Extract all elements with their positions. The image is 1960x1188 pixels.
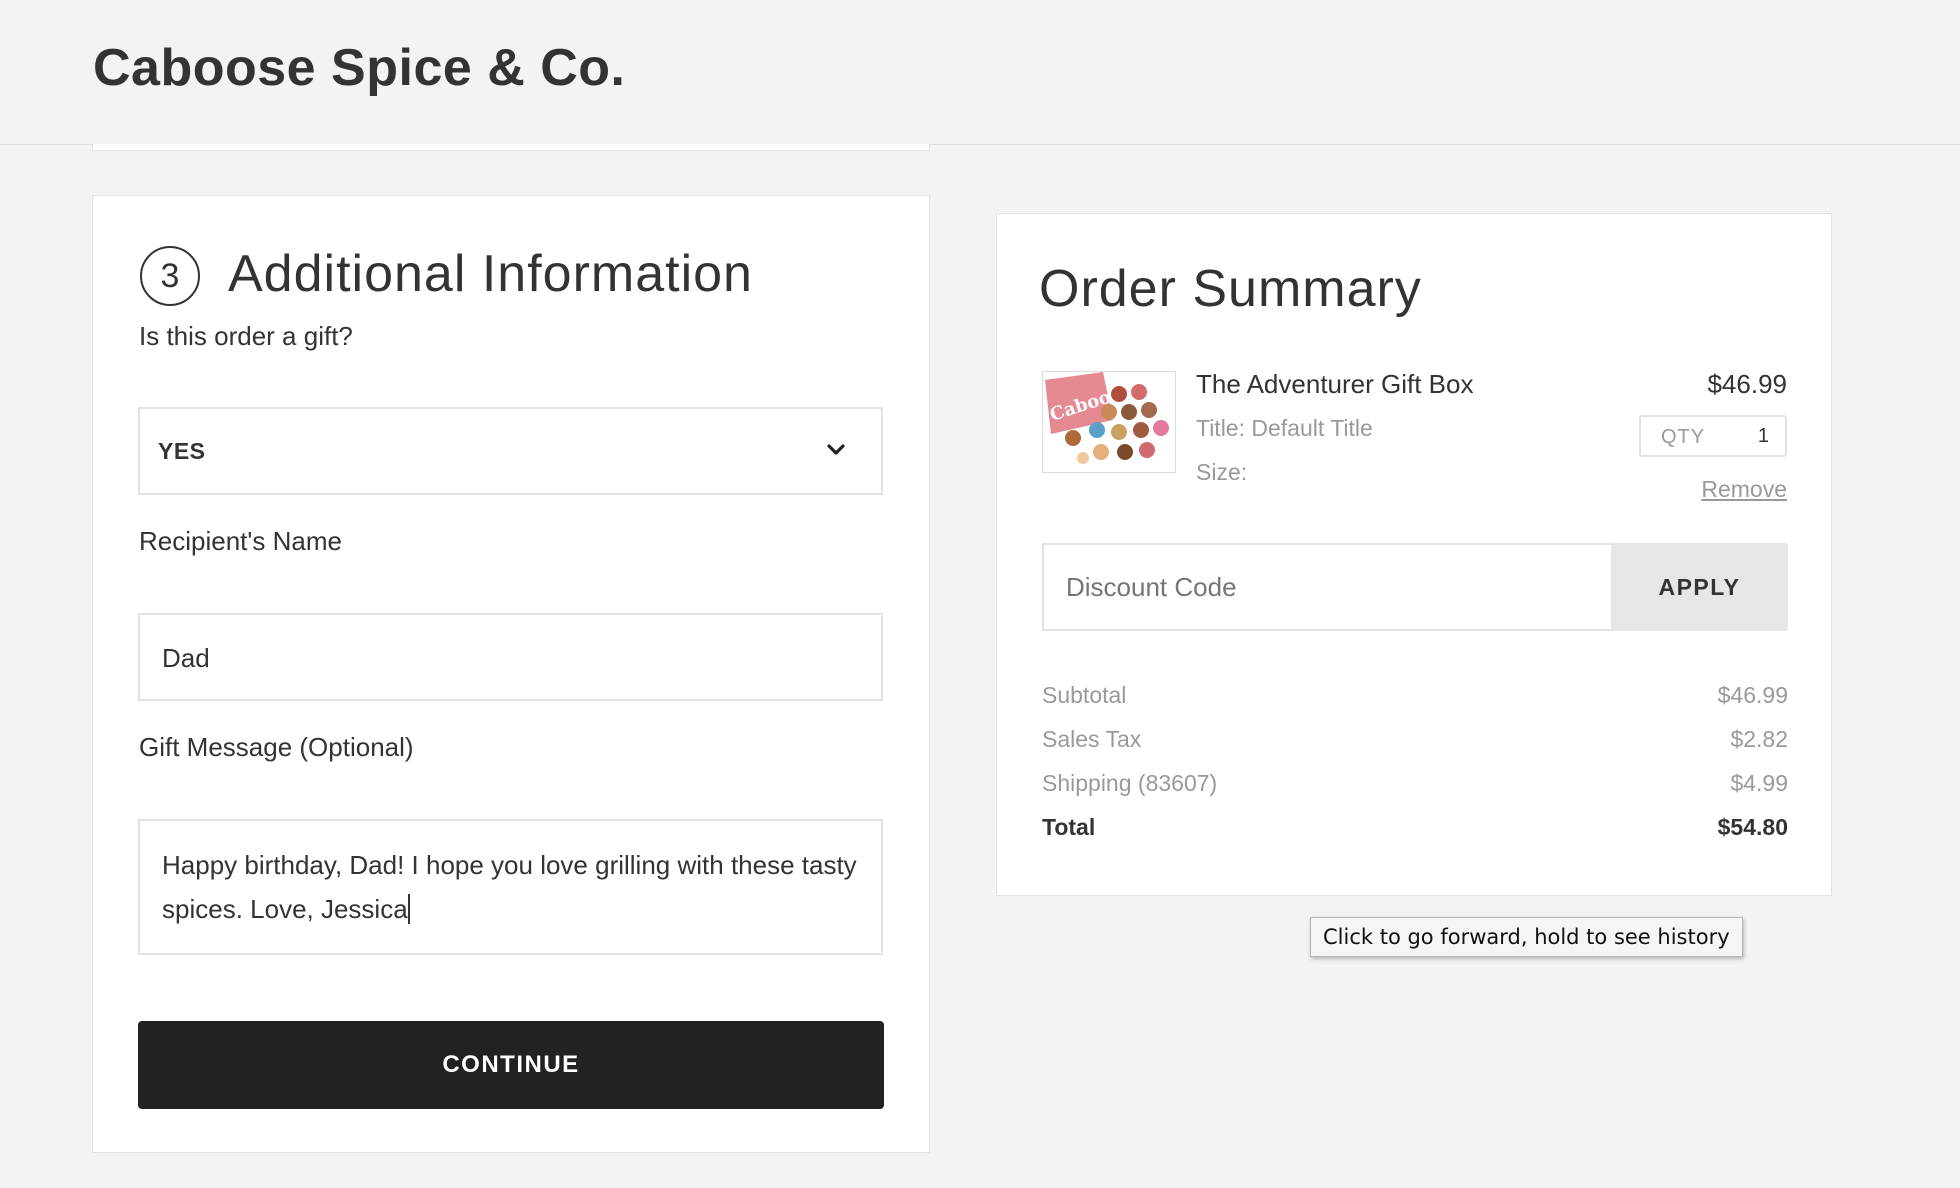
gift-message-textarea[interactable]: Happy birthday, Dad! I hope you love gri… bbox=[138, 819, 883, 955]
gift-select[interactable]: YES bbox=[138, 407, 883, 495]
quantity-input[interactable]: QTY 1 bbox=[1639, 415, 1787, 457]
recipient-name-label: Recipient's Name bbox=[139, 526, 342, 556]
total-value: $54.80 bbox=[1717, 814, 1788, 840]
chevron-down-icon bbox=[827, 444, 845, 455]
product-thumbnail: Caboose bbox=[1042, 371, 1176, 473]
sales-tax-label: Sales Tax bbox=[1042, 726, 1142, 752]
quantity-value: 1 bbox=[1757, 425, 1769, 447]
additional-information-card: 3 Additional Information Is this order a… bbox=[92, 195, 930, 1153]
product-title-meta: Title: Default Title bbox=[1196, 415, 1373, 441]
continue-button[interactable]: CONTINUE bbox=[138, 1021, 884, 1109]
gift-question-label: Is this order a gift? bbox=[139, 321, 353, 351]
order-summary-card: Order Summary Caboose The Adventurer Gif… bbox=[996, 213, 1832, 896]
quantity-label: QTY bbox=[1661, 426, 1706, 448]
sales-tax-value: $2.82 bbox=[1730, 726, 1788, 752]
browser-tooltip: Click to go forward, hold to see history bbox=[1310, 917, 1743, 957]
previous-step-card-edge bbox=[92, 144, 930, 151]
section-title: Additional Information bbox=[228, 245, 753, 303]
shipping-label: Shipping (83607) bbox=[1042, 770, 1218, 796]
discount-code-input[interactable] bbox=[1042, 543, 1612, 631]
gift-select-value: YES bbox=[158, 438, 206, 464]
gift-message-label: Gift Message (Optional) bbox=[139, 732, 414, 762]
recipient-name-input[interactable]: Dad bbox=[138, 613, 883, 701]
subtotal-label: Subtotal bbox=[1042, 682, 1127, 708]
product-name: The Adventurer Gift Box bbox=[1196, 369, 1474, 399]
product-size-meta: Size: bbox=[1196, 459, 1248, 485]
text-caret bbox=[407, 894, 410, 924]
apply-discount-button[interactable]: APPLY bbox=[1611, 543, 1788, 631]
site-header: Caboose Spice & Co. bbox=[0, 0, 1960, 145]
recipient-name-value: Dad bbox=[162, 643, 210, 673]
product-image-icon: Caboose bbox=[1043, 372, 1175, 472]
remove-item-link[interactable]: Remove bbox=[1701, 476, 1787, 503]
shipping-value: $4.99 bbox=[1730, 770, 1788, 796]
subtotal-value: $46.99 bbox=[1717, 682, 1788, 708]
brand-logo-text[interactable]: Caboose Spice & Co. bbox=[93, 38, 626, 98]
order-summary-title: Order Summary bbox=[1039, 260, 1422, 318]
total-label: Total bbox=[1042, 814, 1096, 840]
gift-message-value: Happy birthday, Dad! I hope you love gri… bbox=[162, 850, 857, 924]
step-number-badge: 3 bbox=[140, 246, 200, 306]
product-price: $46.99 bbox=[1707, 369, 1787, 399]
gift-message-text-wrap: Happy birthday, Dad! I hope you love gri… bbox=[162, 843, 862, 931]
